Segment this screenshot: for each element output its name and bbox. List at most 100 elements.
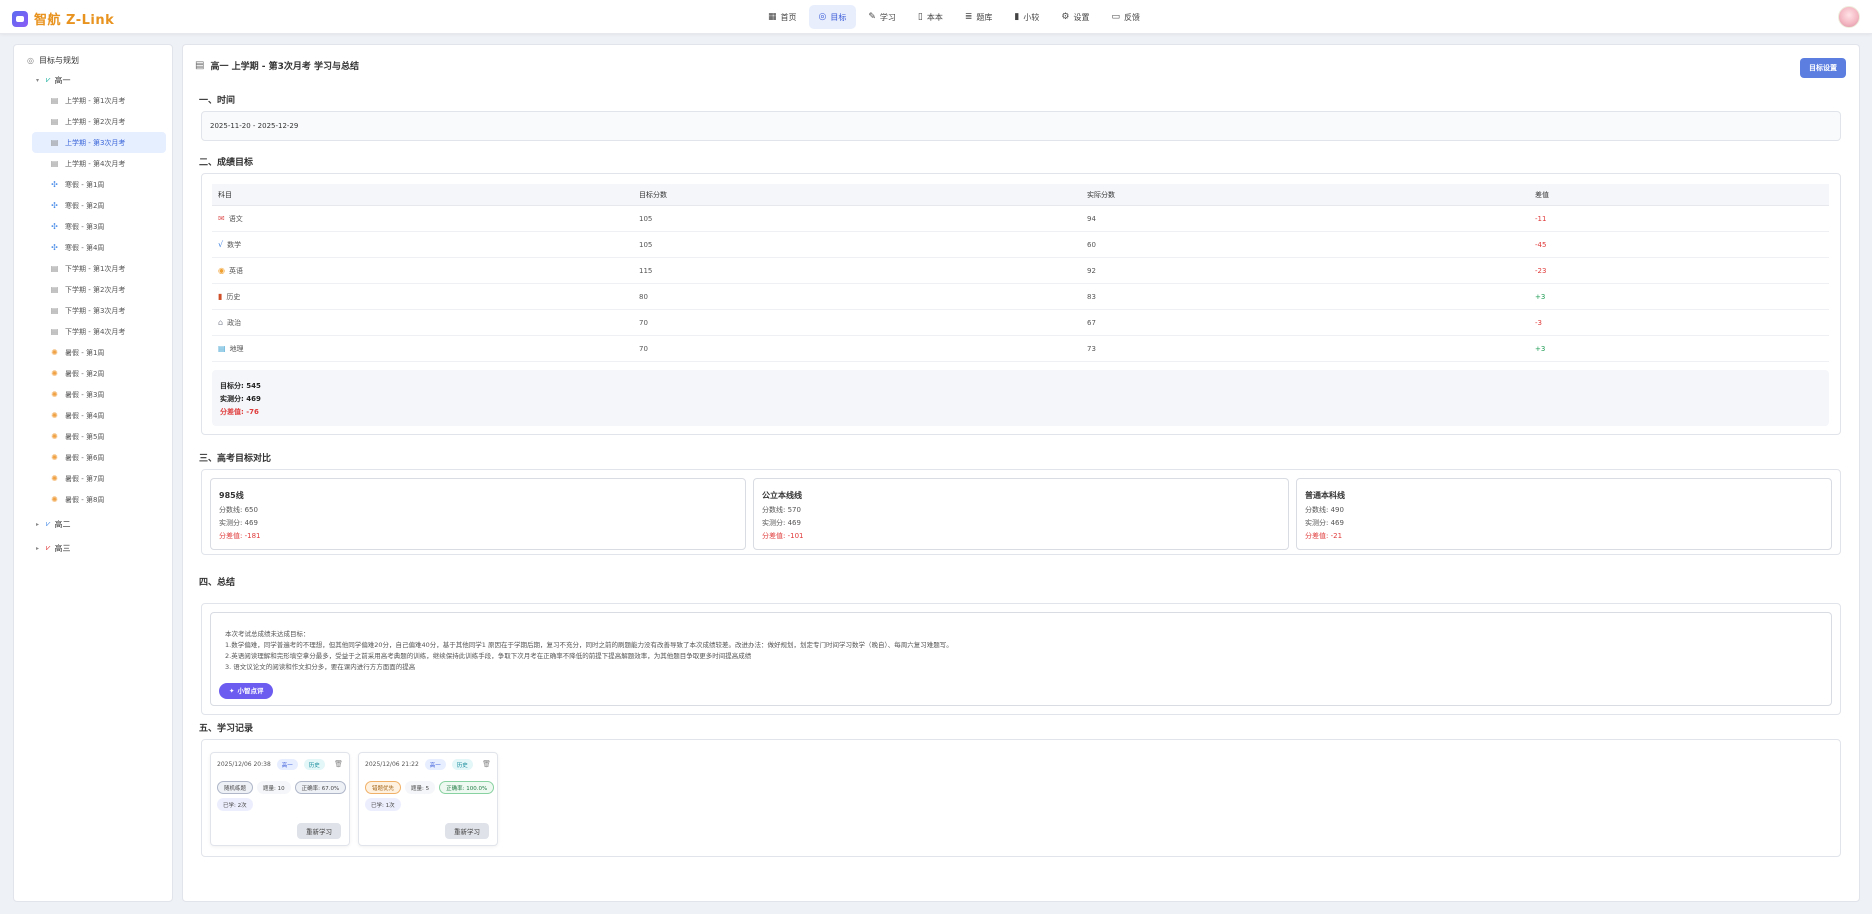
score-summary: 目标分: 545 实测分: 469 分差值: -76 <box>212 370 1829 426</box>
cell-diff: +3 <box>1535 292 1546 301</box>
nav-icon: ✎ <box>868 11 876 22</box>
count-pill: 题量: 5 <box>405 781 436 794</box>
target-icon: ◎ <box>27 55 34 65</box>
relearn-button[interactable]: 重新学习 <box>297 823 341 839</box>
actual-total: 实测分: 469 <box>220 395 261 403</box>
record-header: 2025/12/06 20:38 高一 历史 <box>217 759 325 770</box>
relearn-button[interactable]: 重新学习 <box>445 823 489 839</box>
cell-subject: √ 数学 <box>218 232 241 257</box>
duration-pill: 已学: 2次 <box>217 798 253 811</box>
tree-item-label: 上学期 - 第2次月考 <box>65 117 126 126</box>
nav-icon: ⚙ <box>1061 11 1070 22</box>
tree-root[interactable]: ◎ 目标与规划 <box>26 50 172 70</box>
tree-item[interactable]: ✺ 暑假 - 第7周 <box>32 468 166 489</box>
subject-name: 地理 <box>229 344 244 353</box>
tree-item[interactable]: ▤ 下学期 - 第2次月考 <box>32 279 166 300</box>
tree-item[interactable]: ▤ 下学期 - 第1次月考 <box>32 258 166 279</box>
cell-diff: -11 <box>1535 214 1547 223</box>
tree-item[interactable]: ▤ 上学期 - 第2次月考 <box>32 111 166 132</box>
gaokao-line: 分数线: 490 <box>1305 506 1344 514</box>
tree-item[interactable]: ✺ 暑假 - 第3周 <box>32 384 166 405</box>
table-row: ◉ 英语 115 92 -23 <box>212 258 1829 284</box>
cell-target: 105 <box>639 214 653 223</box>
nav-label: 本本 <box>926 12 943 22</box>
nav-item-1[interactable]: ◎ 目标 <box>808 5 857 29</box>
section-time-title: 一、时间 <box>199 96 236 106</box>
document-icon: ▤ <box>50 264 59 273</box>
tree-item[interactable]: ▤ 上学期 - 第1次月考 <box>32 90 166 111</box>
tree-item-label: 上学期 - 第1次月考 <box>65 96 126 105</box>
tree-item[interactable]: ▤ 上学期 - 第3次月考 <box>32 132 166 153</box>
gaokao-gap: 分差值: -101 <box>762 532 804 540</box>
tree-item[interactable]: ✣ 寒假 - 第3周 <box>32 216 166 237</box>
goal-settings-button[interactable]: 目标设置 <box>1800 58 1846 78</box>
cell-actual: 67 <box>1087 318 1096 327</box>
tree-group-0[interactable]: ▾ ⩗ 高一 <box>36 70 172 90</box>
avatar[interactable] <box>1838 6 1860 28</box>
subject-name: 数学 <box>227 240 242 249</box>
nav-icon: ▦ <box>768 11 777 22</box>
section-summary-title: 四、总结 <box>199 578 236 588</box>
nav-item-7[interactable]: ▭ 反馈 <box>1101 5 1150 29</box>
mode-pill: 随机练题 <box>217 781 254 794</box>
nav-item-0[interactable]: ▦ 首页 <box>758 5 807 29</box>
tree-item[interactable]: ✺ 暑假 - 第8周 <box>32 489 166 510</box>
cell-diff: -23 <box>1535 266 1547 275</box>
section-records-title: 五、学习记录 <box>199 724 254 734</box>
tree-item[interactable]: ✺ 暑假 - 第6周 <box>32 447 166 468</box>
document-icon: ▤ <box>50 306 59 315</box>
nav-icon: ▯ <box>917 11 923 22</box>
tree-item-label: 暑假 - 第5周 <box>65 432 105 441</box>
nav-item-4[interactable]: ≣ 题库 <box>955 5 1003 29</box>
tree-item-label: 上学期 - 第4次月考 <box>65 159 126 168</box>
tree-item[interactable]: ✣ 寒假 - 第4周 <box>32 237 166 258</box>
tree-item[interactable]: ✣ 寒假 - 第1周 <box>32 174 166 195</box>
tree-item-label: 上学期 - 第3次月考 <box>65 138 126 147</box>
trash-icon[interactable]: 🗑 <box>482 760 491 768</box>
app-logo[interactable]: 智航 Z-Link <box>12 9 114 28</box>
gaokao-panel: 985线 分数线: 650 实测分: 469 分差值: -181 公立本线线 分数… <box>201 469 1841 555</box>
summary-line: 本次考试总成绩未达成目标： <box>225 630 310 638</box>
ai-review-button[interactable]: ✦ 小智点评 <box>219 683 274 699</box>
tree-item-label: 下学期 - 第3次月考 <box>65 306 126 315</box>
nav-icon: ▮ <box>1014 11 1020 22</box>
cell-subject: ◉ 英语 <box>218 258 243 283</box>
gaokao-card-title: 985线 <box>219 491 244 500</box>
record-date: 2025/12/06 21:22 <box>365 761 419 768</box>
tree-item[interactable]: ✺ 暑假 - 第4周 <box>32 405 166 426</box>
nav-item-2[interactable]: ✎ 学习 <box>858 5 906 29</box>
cell-actual: 92 <box>1087 266 1096 275</box>
sun-icon: ✺ <box>51 495 58 504</box>
gaokao-gap: 分差值: -21 <box>1305 532 1343 540</box>
nav-item-6[interactable]: ⚙ 设置 <box>1051 5 1099 29</box>
subject-icon: ▤ <box>218 344 226 353</box>
cell-target: 70 <box>639 344 648 353</box>
cell-actual: 73 <box>1087 344 1096 353</box>
gaokao-line: 分数线: 570 <box>762 506 801 514</box>
tree-item-label: 寒假 - 第3周 <box>65 222 105 231</box>
cell-diff: +3 <box>1535 344 1546 353</box>
top-bar: 智航 Z-Link ▦ 首页 ◎ 目标 ✎ 学习 ▯ 本本 ≣ 题库 ▮ 小较 ⚙ 设置 ▭ 反馈 <box>0 0 1872 34</box>
tree-item[interactable]: ▤ 下学期 - 第4次月考 <box>32 321 166 342</box>
header-subject: 科目 <box>218 190 232 199</box>
document-icon: ▤ <box>50 138 59 147</box>
gaokao-card: 普通本科线 分数线: 490 实测分: 469 分差值: -21 <box>1296 478 1832 550</box>
logo-icon <box>12 10 28 27</box>
chevron-down-icon: ▾ <box>36 76 40 84</box>
tree-item[interactable]: ✺ 暑假 - 第1周 <box>32 342 166 363</box>
trash-icon[interactable]: 🗑 <box>334 760 343 768</box>
tree-group-1[interactable]: ▸ ⩗ 高二 <box>36 514 172 534</box>
tree-group-2[interactable]: ▸ ⩗ 高三 <box>36 538 172 558</box>
document-icon: ▤ <box>50 159 59 168</box>
nav-item-5[interactable]: ▮ 小较 <box>1004 5 1049 29</box>
tree-item-label: 暑假 - 第8周 <box>65 495 105 504</box>
tree-item[interactable]: ✺ 暑假 - 第5周 <box>32 426 166 447</box>
tree-item[interactable]: ▤ 下学期 - 第3次月考 <box>32 300 166 321</box>
tree-item[interactable]: ▤ 上学期 - 第4次月考 <box>32 153 166 174</box>
nav-item-3[interactable]: ▯ 本本 <box>908 5 953 29</box>
record-header: 2025/12/06 21:22 高一 历史 <box>365 759 473 770</box>
summary-line: 3. 语文议论文的阅读和作文扣分多，要在课内进行方方面面的提高 <box>225 663 416 671</box>
tree-item[interactable]: ✣ 寒假 - 第2周 <box>32 195 166 216</box>
tree-item[interactable]: ✺ 暑假 - 第2周 <box>32 363 166 384</box>
sun-icon: ✺ <box>51 432 58 441</box>
